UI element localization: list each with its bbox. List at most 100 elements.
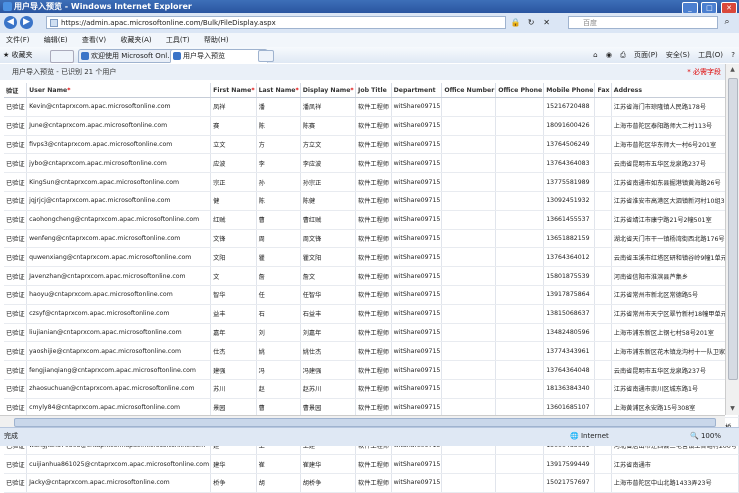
table-cell: 陈健 (300, 191, 357, 211)
table-cell: 软件工程师 (355, 304, 392, 324)
tools-menu[interactable]: 工具(O) (698, 51, 723, 59)
menu-help[interactable]: 帮助(H) (204, 33, 229, 47)
table-cell: 陈 (256, 191, 301, 211)
scroll-up-icon[interactable]: ▲ (726, 64, 739, 76)
table-cell (594, 285, 612, 305)
column-header-label: Job Title (358, 86, 387, 94)
zoom-level: 100% (700, 432, 721, 440)
menu-favorites[interactable]: 收藏夹(A) (120, 33, 151, 47)
home-icon[interactable]: ⌂ (593, 51, 597, 59)
table-cell: 13764364012 (543, 247, 596, 268)
security-zone: 🌐 Internet (570, 432, 609, 440)
table-cell: 凤祥 (210, 97, 257, 117)
table-cell: 已验证 (4, 323, 28, 343)
table-cell: 软件工程师 (355, 247, 392, 268)
tab-import-preview[interactable]: 用户导入预览 (170, 49, 268, 63)
column-header: Fax (594, 83, 612, 98)
table-cell: Jacky@cntaprxcom.apac.microsoftonline.co… (26, 473, 212, 493)
favorites-button[interactable]: ★ 收藏夹 (3, 47, 33, 63)
table-cell: 冯建强 (300, 360, 357, 380)
table-cell (495, 97, 545, 117)
column-header: First Name* (210, 83, 257, 98)
table-cell: 已验证 (4, 341, 28, 362)
horizontal-scrollbar[interactable] (0, 415, 725, 427)
column-header-label: Display Name (302, 86, 351, 94)
table-cell: 赵苏川 (300, 379, 357, 399)
table-cell: zhaosuchuan@cntaprxcom.apac.microsoftonl… (26, 379, 212, 399)
lock-icon[interactable]: 🔒 (510, 17, 521, 28)
required-star: * (251, 86, 255, 94)
table-cell: 陈赛 (300, 116, 357, 136)
table-cell (441, 285, 497, 305)
table-cell: witShare09715 (391, 153, 443, 174)
table-cell: 已验证 (4, 210, 28, 230)
table-cell: 上海市普陀区华东师大一村6号201室 (611, 135, 739, 155)
page-menu[interactable]: 页面(P) (634, 51, 658, 59)
table-cell: 已验证 (4, 116, 28, 136)
table-cell: 软件工程师 (355, 323, 392, 343)
vertical-scrollbar[interactable]: ▲ ▼ (725, 64, 739, 415)
zoom-control[interactable]: 🔍 100% (690, 428, 721, 444)
table-cell: czsyf@cntaprxcom.apac.microsoftonline.co… (26, 304, 212, 324)
table-cell: 13917875864 (543, 285, 596, 305)
table-cell: liujianian@cntaprxcom.apac.microsoftonli… (26, 323, 212, 343)
table-cell: witShare09715 (391, 304, 443, 324)
menu-tools[interactable]: 工具(T) (166, 33, 190, 47)
print-icon[interactable]: ⎙ (620, 51, 626, 59)
table-cell (594, 153, 612, 174)
table-cell (495, 379, 545, 399)
table-cell (441, 266, 497, 286)
horizontal-scroll-thumb[interactable] (14, 418, 716, 427)
table-cell: 云南省昆明市五华区龙泉路237号 (611, 153, 739, 174)
favorites-label: 收藏夹 (11, 51, 33, 59)
tab-label: 欢迎使用 Microsoft Onl... (91, 52, 174, 60)
table-cell: witShare09715 (391, 379, 443, 399)
address-text: https://admin.apac.microsoftonline.com/B… (61, 19, 276, 27)
table-cell: 软件工程师 (355, 210, 392, 230)
table-cell: 江苏省海门市琼隆镇人民路178号 (611, 97, 739, 117)
quick-tabs-icon[interactable] (50, 50, 74, 63)
search-input[interactable]: 百度 (568, 16, 718, 29)
column-header: 验证 (4, 83, 28, 98)
table-cell: 15021757697 (543, 473, 596, 493)
table-row: 已验证 haoyu@cntaprxcom.apac.microsoftonline… (4, 285, 739, 305)
table-cell: 软件工程师 (355, 229, 392, 249)
column-header: Department (391, 83, 443, 98)
table-cell: yaoshijie@cntaprxcom.apac.microsoftonlin… (26, 341, 212, 362)
table-cell (495, 172, 545, 192)
table-cell: 15801875539 (543, 266, 596, 286)
navigation-bar: ◀ ▶ https://admin.apac.microsoftonline.c… (0, 13, 739, 34)
menu-file[interactable]: 文件(F) (6, 33, 30, 47)
table-cell: jqjrjcj@cntaprxcom.apac.microsoftonline.… (26, 191, 212, 211)
table-cell: Javenzhan@cntaprxcom.apac.microsoftonlin… (26, 266, 212, 286)
table-cell: 13092451932 (543, 191, 596, 211)
table-cell (594, 116, 612, 136)
table-cell: witShare09715 (391, 454, 443, 474)
new-tab-button[interactable] (258, 50, 274, 62)
table-row: 已验证 jqjrjcj@cntaprxcom.apac.microsoftonli… (4, 191, 739, 211)
stop-icon[interactable]: ✕ (541, 17, 552, 28)
feeds-icon[interactable]: ◉ (606, 51, 612, 59)
tab-welcome[interactable]: 欢迎使用 Microsoft Onl... (78, 49, 180, 63)
menu-view[interactable]: 查看(V) (82, 33, 106, 47)
table-cell: 文锋 (210, 229, 257, 249)
scroll-thumb[interactable] (728, 78, 738, 380)
table-cell (441, 360, 497, 380)
table-cell: 桥争 (210, 473, 257, 493)
table-cell: 苏川 (210, 379, 257, 399)
menu-edit[interactable]: 编辑(E) (44, 33, 68, 47)
forward-button[interactable]: ▶ (20, 16, 33, 29)
refresh-icon[interactable]: ↻ (526, 17, 537, 28)
search-icon[interactable]: ⌕ (720, 16, 734, 29)
back-button[interactable]: ◀ (4, 16, 17, 29)
help-icon[interactable]: ? (731, 51, 735, 59)
safety-menu[interactable]: 安全(S) (666, 51, 690, 59)
table-header-row: 验证 User Name* First Name* Last Name* Display… (4, 83, 739, 98)
table-cell: caohongcheng@cntaprxcom.apac.microsofton… (26, 210, 212, 230)
scroll-down-icon[interactable]: ▼ (726, 403, 739, 415)
table-cell (441, 172, 497, 192)
table-cell: 曹 (256, 210, 301, 230)
table-cell (441, 473, 497, 493)
table-cell: 软件工程师 (355, 266, 392, 286)
address-bar[interactable]: https://admin.apac.microsoftonline.com/B… (46, 16, 506, 29)
